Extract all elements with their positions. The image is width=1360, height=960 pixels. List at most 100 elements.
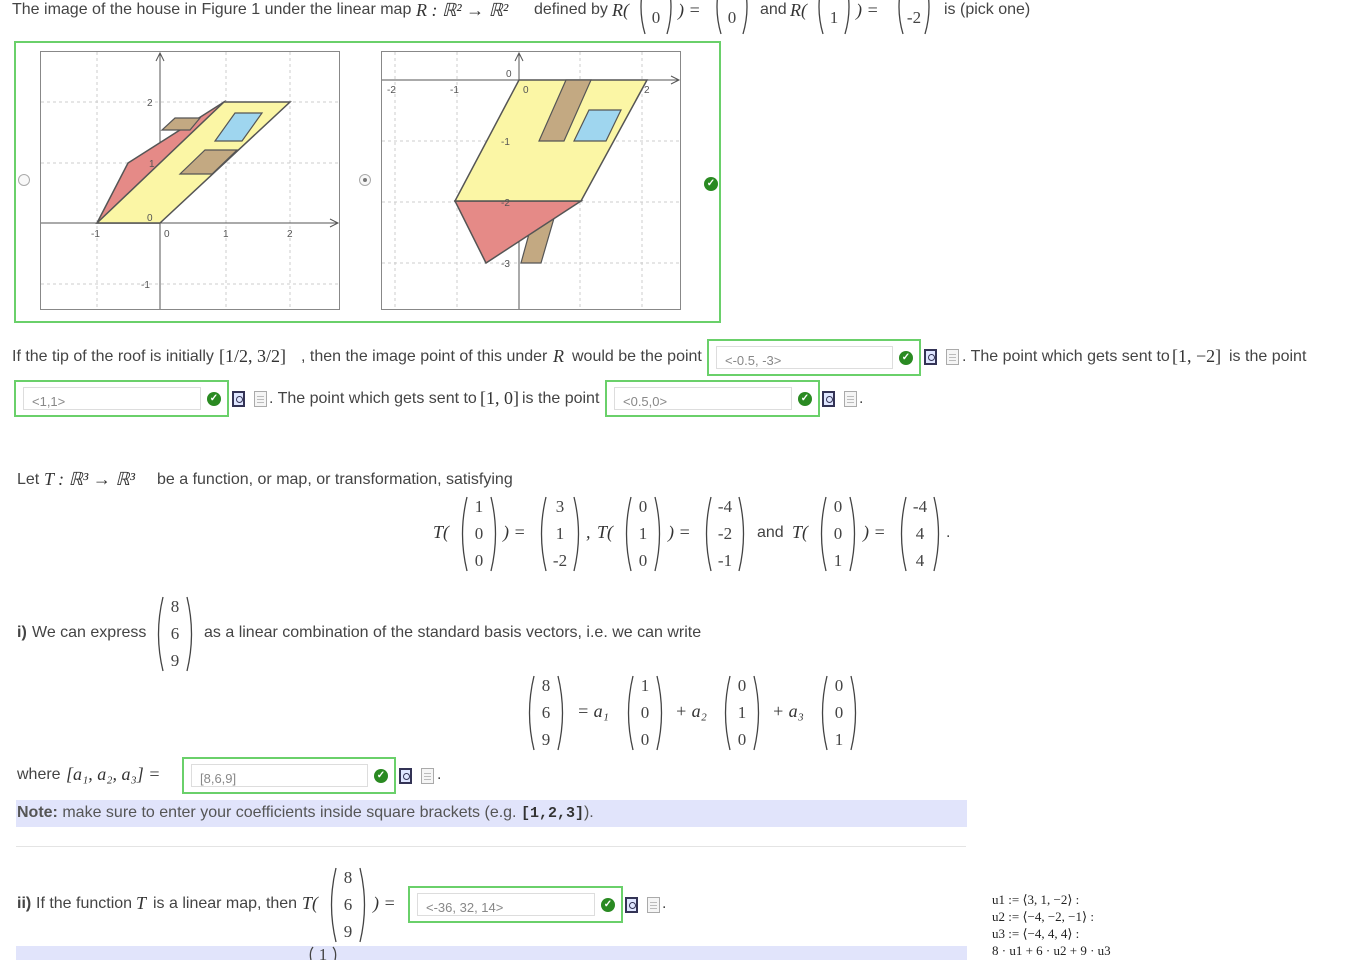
note-code: [1,2,3]	[520, 805, 584, 822]
part-ii-vec: 8 6 9	[327, 866, 369, 944]
option1-tick-x-1: 0	[164, 229, 170, 240]
option2-tick-x-4: 2	[644, 85, 650, 96]
e1-1: 0	[474, 524, 484, 543]
answer3-box: <0.5,0> ✓	[605, 380, 820, 417]
option1-tick-y-3: -1	[141, 280, 150, 291]
coeffs-answer-box: [8,6,9] ✓	[182, 757, 396, 794]
Te2-1: -2	[717, 524, 733, 543]
q1-def1-out-1: 0	[727, 8, 737, 27]
lc-a2: + a₂	[675, 701, 707, 721]
e1-0: 1	[474, 497, 484, 516]
lc-vec-1: 6	[541, 703, 551, 722]
answer3-help-icon[interactable]	[844, 391, 857, 407]
Te2-vector: -4 -2 -1	[702, 495, 748, 573]
option1-tick-x-0: -1	[91, 229, 100, 240]
lc-e2-2: 0	[737, 730, 747, 749]
part-ii-dot: .	[662, 895, 667, 912]
q3-and: and	[757, 524, 784, 541]
Te1-0: 3	[555, 497, 565, 516]
q1-text-c: is (pick one)	[944, 1, 1031, 18]
lc-e2-1: 1	[737, 703, 747, 722]
Te1-2: -2	[552, 551, 568, 570]
q3-eq2: ) =	[668, 522, 691, 542]
q1-def2-lhs: R(	[790, 0, 807, 20]
option2-tick-x-0: -2	[387, 85, 396, 96]
answer2-preview-icon[interactable]	[232, 391, 245, 407]
answer3-input[interactable]: <0.5,0>	[614, 387, 792, 410]
part-ii-preview-icon[interactable]	[625, 897, 638, 913]
q1-and: and	[760, 1, 787, 18]
part-ii-answer-box: <-36, 32, 14> ✓	[408, 886, 623, 923]
coeffs-preview-icon[interactable]	[399, 768, 412, 784]
q1-def2-in-0: 0	[814, 0, 854, 2]
part-ii-vec-1: 6	[343, 895, 353, 914]
q1-def1-in-0: 1	[636, 0, 676, 2]
q2-text-a: If the tip of the roof is initially	[12, 348, 214, 365]
correct-check-icon: ✓	[704, 177, 718, 191]
q1-def2-out-1: -2	[906, 8, 922, 27]
lc-e2: 0 1 0	[721, 674, 763, 752]
answer1-preview-icon[interactable]	[924, 349, 937, 365]
q3-intro-b: be a function, or map, or transformation…	[157, 471, 513, 488]
Te1-1: 1	[555, 524, 565, 543]
maple-line-1: u1 := ⟨3, 1, −2⟩ :	[992, 892, 1080, 907]
answer2-input[interactable]: <1,1>	[23, 387, 201, 410]
target-vector-0: 8	[170, 597, 180, 616]
answer2-check-icon: ✓	[207, 391, 221, 406]
e3-1: 0	[833, 524, 843, 543]
Te3-1: 4	[915, 524, 925, 543]
answer1-help-icon[interactable]	[946, 349, 959, 365]
maple-line-2: u2 := ⟨−4, −2, −1⟩ :	[992, 909, 1094, 924]
lc-e1-2: 0	[640, 730, 650, 749]
part-ii-input[interactable]: <-36, 32, 14>	[417, 893, 595, 916]
answer1-input[interactable]: <-0.5, -3>	[716, 346, 893, 369]
lc-e1-0: 1	[640, 676, 650, 695]
lc-a3: + a₃	[772, 701, 804, 721]
coeffs-label: [a₁, a₂, a₃] =	[66, 764, 161, 784]
q1-def1-in-1: 0	[651, 8, 661, 27]
q2-target2: [1, −2]	[1172, 346, 1222, 366]
part-ii-T-call: T(	[302, 893, 319, 913]
next-vector-partial: 1	[303, 946, 343, 960]
option1-graph[interactable]: -1 0 1 2 2 1 0 -1	[40, 51, 340, 310]
q1-def1-in-vector: 1 0	[636, 0, 676, 36]
q1-map: R : ℝ² → ℝ²	[416, 0, 509, 20]
coeffs-help-icon[interactable]	[421, 768, 434, 784]
answer3-preview-icon[interactable]	[822, 391, 835, 407]
q2-text-d: . The point which gets sent to	[962, 348, 1170, 365]
lc-vec: 8 6 9	[525, 674, 567, 752]
q3-intro-a: Let	[17, 471, 40, 488]
answer1-box: <-0.5, -3> ✓	[707, 339, 921, 376]
e1-2: 0	[474, 551, 484, 570]
lc-vec-2: 9	[541, 730, 551, 749]
part-ii-help-icon[interactable]	[647, 897, 660, 913]
option1-tick-y-2: 0	[147, 213, 153, 224]
q2-R: R	[553, 346, 564, 366]
option1-radio[interactable]	[18, 174, 30, 186]
lc-e2-0: 0	[737, 676, 747, 695]
q1-text-a: The image of the house in Figure 1 under…	[12, 1, 412, 18]
q2-point: [1/2, 3/2]	[219, 346, 286, 366]
Te3-0: -4	[912, 497, 928, 516]
q1-def2-out-vector: 1 -2	[894, 0, 934, 36]
maple-code: u1 := ⟨3, 1, −2⟩ : u2 := ⟨−4, −2, −1⟩ : …	[992, 891, 1111, 959]
coeffs-input[interactable]: [8,6,9]	[191, 764, 368, 787]
target-vector-2: 9	[170, 651, 180, 670]
q1-text-b: defined by	[534, 1, 608, 18]
option2-radio[interactable]	[359, 174, 371, 186]
e2-2: 0	[638, 551, 648, 570]
q1-def2-eq: ) =	[856, 0, 879, 20]
part-ii-eq: ) =	[373, 893, 396, 913]
lc-a1: = a₁	[577, 701, 609, 721]
answer2-help-icon[interactable]	[254, 391, 267, 407]
answer2-box: <1,1> ✓	[14, 380, 229, 417]
option2-tick-y-2: -3	[501, 259, 510, 270]
note-bar: Note: make sure to enter your coefficien…	[16, 800, 967, 827]
e2-vector: 0 1 0	[622, 495, 664, 573]
option2-graph[interactable]: -2 -1 0 0 2 -1 -2 -3	[381, 51, 681, 310]
e2-1: 1	[638, 524, 648, 543]
lc-e3-1: 0	[834, 703, 844, 722]
q2-text-g: is the point	[522, 390, 600, 407]
Te2-2: -1	[717, 551, 733, 570]
q3-T2: T(	[597, 522, 614, 542]
